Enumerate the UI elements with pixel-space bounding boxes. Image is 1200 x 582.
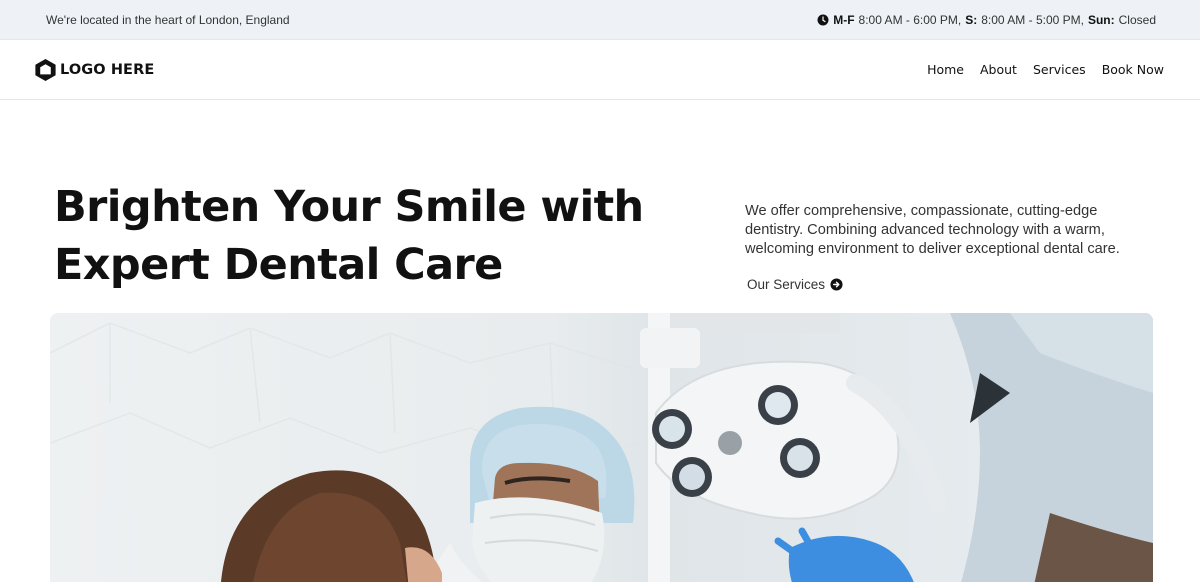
nav-book-now[interactable]: Book Now [1102,62,1164,77]
hero-title-line-1: Brighten Your Smile with [54,182,644,232]
hours-s-label: S: [965,12,978,27]
hero-title: Brighten Your Smile with Expert Dental C… [54,178,654,294]
our-services-label: Our Services [747,277,826,292]
hero-description: We offer comprehensive, compassionate, c… [745,203,1120,257]
nav-home[interactable]: Home [927,62,964,77]
opening-hours: M-F 8:00 AM - 6:00 PM, S: 8:00 AM - 5:00… [817,13,1156,27]
hours-sun-label: Sun: [1087,12,1115,27]
logo-text: LOGO HERE [60,61,155,78]
top-info-bar: We're located in the heart of London, En… [0,0,1200,40]
hours-mf-label: M-F [833,12,855,27]
nav-about[interactable]: About [980,62,1017,77]
nav-services[interactable]: Services [1033,62,1086,77]
clock-icon [817,14,829,25]
our-services-link[interactable]: Our Services [747,277,843,292]
dentist-photo [50,313,1153,582]
site-header: LOGO HERE Home About Services Book Now [0,40,1200,100]
main-nav: Home About Services Book Now [927,62,1164,77]
location-text: We're located in the heart of London, En… [46,12,290,27]
hours-s: 8:00 AM - 5:00 PM, [981,12,1084,27]
hero-image [50,313,1153,582]
hero-title-line-2: Expert Dental Care [54,240,503,290]
hexagon-logo-icon [35,58,56,81]
arrow-right-circle-icon [830,278,843,291]
hours-sun: Closed [1118,12,1156,27]
site-logo[interactable]: LOGO HERE [33,57,154,83]
hours-mf: 8:00 AM - 6:00 PM, [858,12,962,27]
